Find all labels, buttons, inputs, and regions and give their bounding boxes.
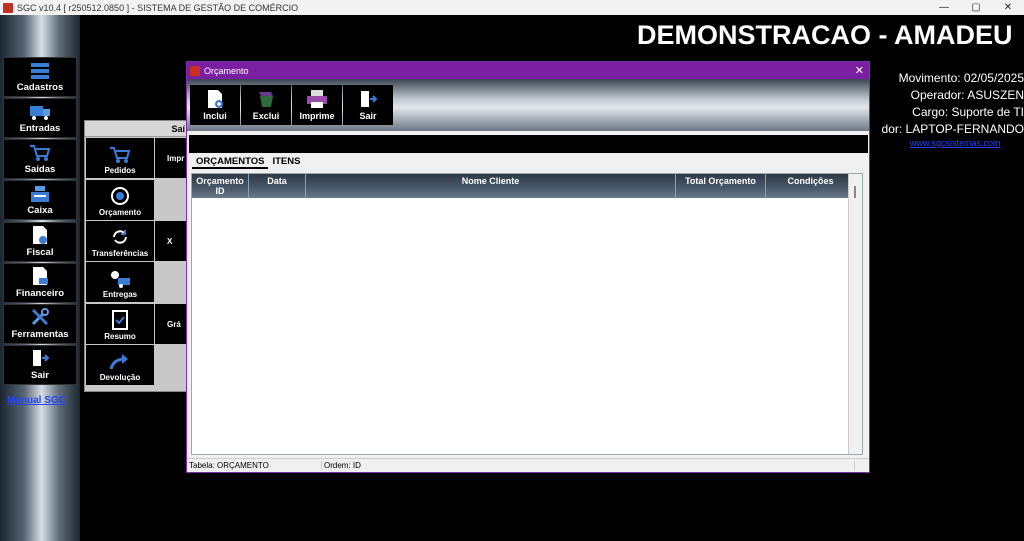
sidebar-item-saidas[interactable]: Saídas xyxy=(3,139,77,179)
window-close-button[interactable]: ✕ xyxy=(855,64,864,77)
column-header-data[interactable]: Data xyxy=(249,174,306,198)
app-title: SGC v10.4 [ r250512.0850 ] - SISTEMA DE … xyxy=(17,2,299,13)
orcamento-window: Orçamento ✕ Inclui Exclui Imprime Sair O… xyxy=(186,61,870,473)
app-logo-icon xyxy=(190,65,200,76)
transferencias-button[interactable]: Transferências xyxy=(86,221,154,261)
sidebar-item-financeiro[interactable]: Financeiro xyxy=(3,263,77,303)
maximize-button[interactable]: ▢ xyxy=(960,2,992,13)
sidebar-item-label: Sair xyxy=(31,370,49,381)
column-header-condicoes[interactable]: Condições xyxy=(766,174,856,198)
operator-label: Operador: ASUSZEN xyxy=(910,88,1024,102)
status-bar: Tabela: ORÇAMENTO Ordem: ID xyxy=(187,458,869,472)
document-icon xyxy=(33,226,47,244)
sidebar-item-cadastros[interactable]: Cadastros xyxy=(3,57,77,97)
company-name: DEMONSTRACAO - AMADEU xyxy=(637,20,1013,50)
finance-icon xyxy=(33,267,48,285)
button-label: Devolução xyxy=(99,373,141,382)
tab-itens[interactable]: ITENS xyxy=(268,156,304,169)
cash-register-icon xyxy=(31,186,49,202)
button-label: Exclui xyxy=(252,111,280,121)
sidebar-item-sair[interactable]: Sair xyxy=(3,345,77,385)
button-label: Imprime xyxy=(299,111,335,121)
scroll-thumb[interactable] xyxy=(854,186,856,198)
column-header-nome-cliente[interactable]: Nome Cliente xyxy=(306,174,676,198)
sidebar-item-label: Caixa xyxy=(27,205,53,216)
entregas-button[interactable]: Entregas xyxy=(86,262,154,302)
os-title-bar: SGC v10.4 [ r250512.0850 ] - SISTEMA DE … xyxy=(0,0,1024,15)
sidebar-item-label: Fiscal xyxy=(26,247,54,258)
button-label: Transferências xyxy=(91,249,149,258)
tools-icon xyxy=(31,308,49,326)
computer-label: dor: LAPTOP-FERNANDO xyxy=(881,122,1024,136)
pedidos-button[interactable]: Pedidos xyxy=(86,138,154,178)
sidebar-item-label: Entradas xyxy=(19,123,61,134)
search-bar[interactable] xyxy=(189,135,868,153)
website-link[interactable]: www.sgcsistemas.com xyxy=(910,138,1001,148)
minimize-button[interactable]: — xyxy=(928,2,960,13)
main-sidebar: Cadastros Entradas Saídas Caixa Fiscal F… xyxy=(0,15,80,541)
return-arrow-icon xyxy=(109,354,128,370)
button-label: Resumo xyxy=(104,332,136,341)
movimento-date: Movimento: 02/05/2025 xyxy=(898,71,1024,85)
role-label: Cargo: Suporte de TI xyxy=(912,105,1024,119)
button-label: Pedidos xyxy=(104,166,136,175)
button-label: Inclui xyxy=(203,111,227,121)
status-table: Tabela: ORÇAMENTO xyxy=(187,461,322,470)
exit-door-icon xyxy=(33,350,50,366)
status-order: Ordem: ID xyxy=(322,461,855,470)
close-button[interactable]: ✕ xyxy=(992,2,1024,13)
button-label: Sair xyxy=(359,111,377,121)
app-logo-icon xyxy=(3,2,13,13)
cart-icon xyxy=(110,147,131,163)
checklist-icon xyxy=(112,310,128,330)
window-title-bar: Orçamento ✕ xyxy=(187,62,869,79)
sair-button[interactable]: Sair xyxy=(343,85,393,125)
tab-orcamentos[interactable]: ORÇAMENTOS xyxy=(192,156,269,169)
window-toolbar: Inclui Exclui Imprime Sair xyxy=(187,79,869,131)
orcamento-button[interactable]: Orçamento xyxy=(86,180,154,220)
resumo-button[interactable]: Resumo xyxy=(86,304,154,344)
sidebar-item-caixa[interactable]: Caixa xyxy=(3,180,77,220)
delivery-icon xyxy=(111,271,130,288)
column-header-total-orcamento[interactable]: Total Orçamento xyxy=(676,174,766,198)
truck-icon xyxy=(30,106,50,120)
window-title: Orçamento xyxy=(204,65,249,76)
orcamentos-table[interactable]: Orçamento ID Data Nome Cliente Total Orç… xyxy=(191,173,863,455)
cart-icon xyxy=(30,145,51,161)
saidas-panel: Saí Pedidos Impr Orçamento Transferência… xyxy=(84,120,191,392)
button-label: Orçamento xyxy=(98,208,142,217)
new-document-icon xyxy=(208,90,223,108)
devolucao-button[interactable]: Devolução xyxy=(86,345,154,385)
refresh-icon xyxy=(113,230,127,244)
sidebar-item-label: Cadastros xyxy=(16,82,64,93)
inclui-button[interactable]: Inclui xyxy=(190,85,240,125)
vertical-scrollbar[interactable] xyxy=(848,174,862,454)
sidebar-item-label: Saídas xyxy=(24,164,56,175)
delete-icon xyxy=(259,92,273,107)
target-icon xyxy=(111,187,129,205)
sidebar-item-label: Financeiro xyxy=(15,288,65,299)
exclui-button[interactable]: Exclui xyxy=(241,85,291,125)
button-label: Entregas xyxy=(102,290,138,299)
sidebar-item-entradas[interactable]: Entradas xyxy=(3,98,77,138)
sidebar-item-fiscal[interactable]: Fiscal xyxy=(3,222,77,262)
manual-link[interactable]: Manual SGC xyxy=(7,395,66,406)
stack-icon xyxy=(31,63,49,79)
imprime-button[interactable]: Imprime xyxy=(292,85,342,125)
window-tabs: ORÇAMENTOS ITENS xyxy=(192,156,304,169)
printer-icon xyxy=(307,90,327,108)
sidebar-item-label: Ferramentas xyxy=(11,329,69,340)
column-header-orcamento-id[interactable]: Orçamento ID xyxy=(192,174,249,198)
sidebar-item-ferramentas[interactable]: Ferramentas xyxy=(3,304,77,344)
table-header: Orçamento ID Data Nome Cliente Total Orç… xyxy=(192,174,862,198)
exit-door-icon xyxy=(361,91,378,107)
panel-title: Saí xyxy=(85,121,189,137)
